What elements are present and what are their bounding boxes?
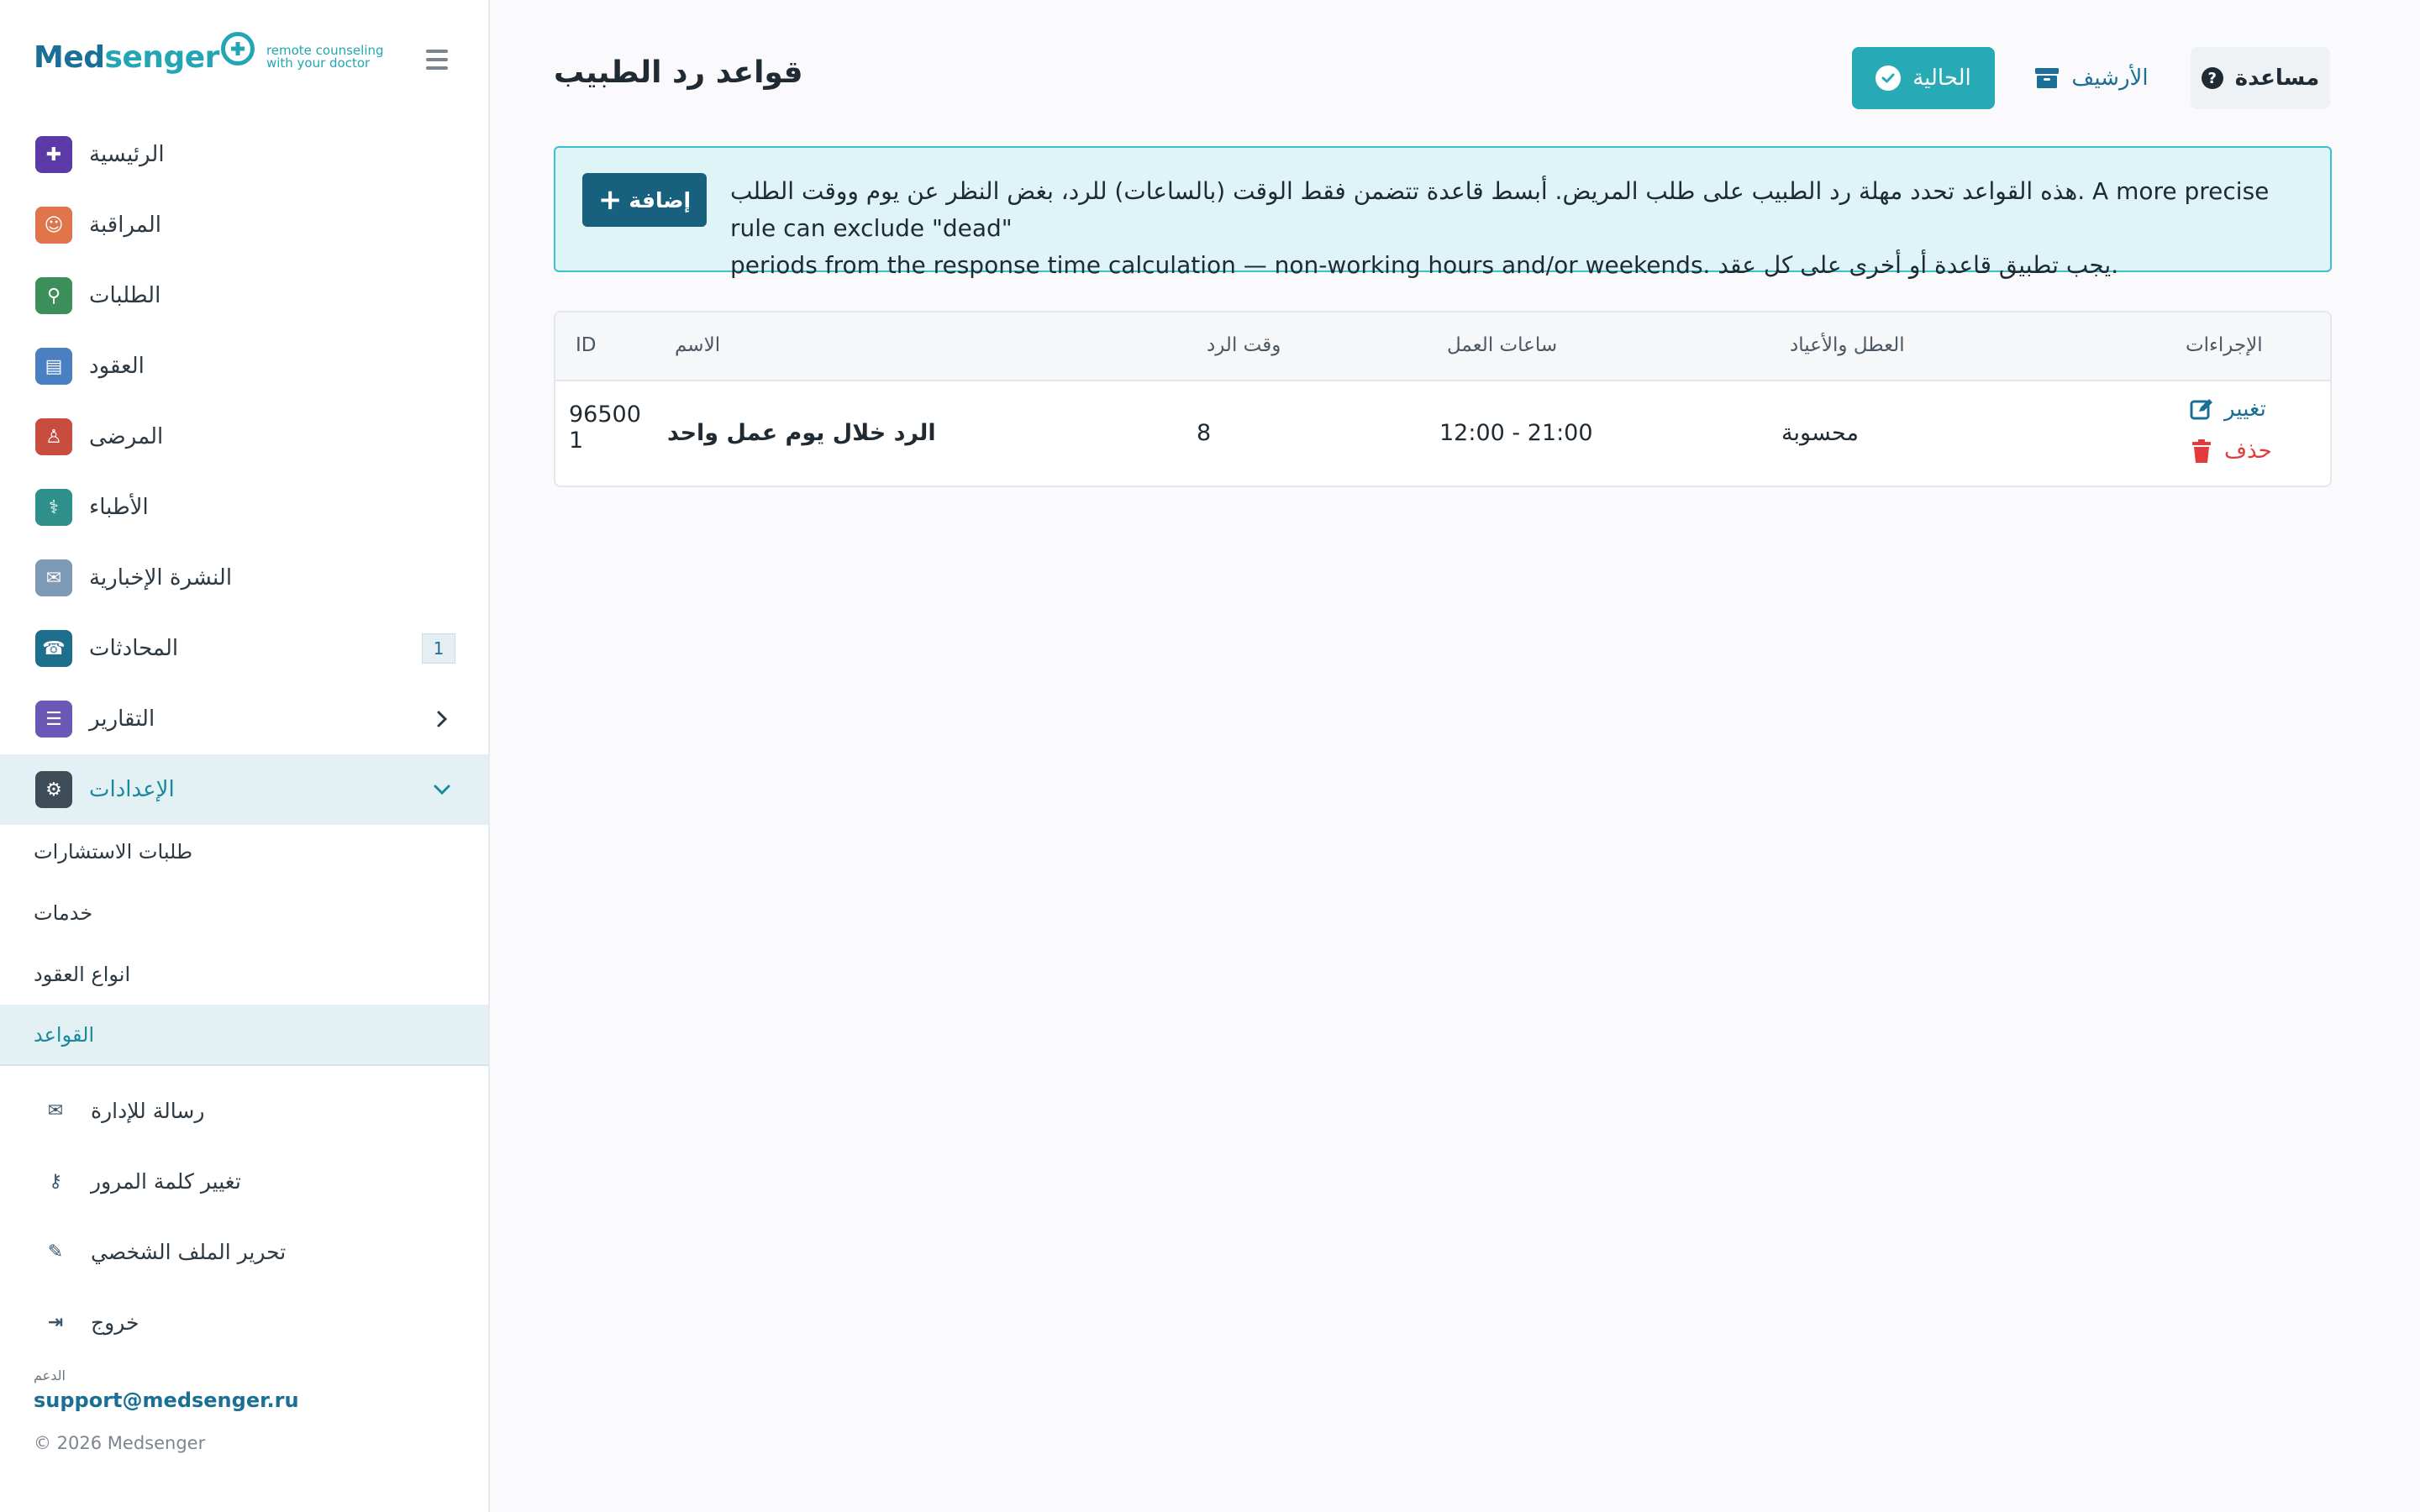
user-search-icon: ⚲: [35, 277, 72, 314]
physician-icon: ⚕: [35, 489, 72, 526]
question-circle-icon: ?: [2201, 67, 2223, 89]
sidebar-item-label: المحادثات: [89, 636, 179, 661]
current-tab-label: الحالية: [1912, 66, 1971, 91]
info-line-2: periods from the response time calculati…: [730, 251, 2119, 279]
submenu-item-rules[interactable]: القواعد: [0, 1005, 488, 1066]
trash-icon: [2192, 439, 2211, 463]
sidebar-item-label: الأطباء: [89, 495, 149, 520]
column-header-name: الاسم: [675, 334, 721, 356]
sidebar-nav: ✚ الرئيسية ☺ المراقبة ⚲ الطلبات ▤ العقود…: [0, 119, 488, 825]
copyright: © 2026 Medsenger: [34, 1433, 206, 1453]
column-header-id: ID: [576, 334, 597, 356]
logo-tagline: remote counseling with your doctor: [266, 43, 384, 71]
sidebar-item-message-admin[interactable]: ✉ رسالة للإدارة: [0, 1075, 488, 1146]
sidebar-item-settings[interactable]: ⚙ الإعدادات: [0, 754, 488, 825]
chevron-down-icon: [434, 785, 450, 795]
settings-submenu: طلبات الاستشارات خدمات انواع العقود القو…: [0, 821, 488, 1066]
doctor-icon: ☺: [35, 207, 72, 244]
unread-count-badge: 1: [422, 633, 455, 664]
mail-send-icon: ✉: [35, 559, 72, 596]
plus-icon: [220, 32, 255, 66]
archive-tab-button[interactable]: الأرشيف: [2015, 47, 2168, 109]
sidebar-item-label: الرئيسية: [89, 142, 165, 167]
account-nav: ✉ رسالة للإدارة ⚷ تغيير كلمة المرور ✎ تح…: [0, 1075, 488, 1357]
sidebar-item-logout[interactable]: ⇥ خروج: [0, 1287, 488, 1357]
sidebar: Medsenger remote counseling with your doc…: [0, 0, 490, 1512]
sidebar-item-label: المراقبة: [89, 213, 161, 238]
contract-icon: ▤: [35, 348, 72, 385]
sidebar-item-monitoring[interactable]: ☺ المراقبة: [0, 190, 488, 260]
sidebar-item-edit-profile[interactable]: ✎ تحرير الملف الشخصي: [0, 1216, 488, 1287]
table-header: ID الاسم وقت الرد ساعات العمل العطل والأ…: [555, 312, 2330, 381]
page-title: قواعد رد الطبيب: [554, 55, 803, 90]
sidebar-item-label: خروج: [91, 1310, 139, 1335]
column-header-holidays: العطل والأعياد: [1790, 334, 1905, 356]
sidebar-item-contracts[interactable]: ▤ العقود: [0, 331, 488, 402]
sidebar-item-label: تحرير الملف الشخصي: [91, 1239, 287, 1264]
logo-wordmark: Medsenger: [34, 39, 219, 75]
sidebar-item-requests[interactable]: ⚲ الطلبات: [0, 260, 488, 331]
sidebar-item-label: رسالة للإدارة: [91, 1098, 205, 1123]
sidebar-item-label: التقارير: [89, 706, 155, 732]
cell-working-hours: 12:00 - 21:00: [1439, 420, 1593, 446]
cell-id: 96500 1: [569, 402, 641, 454]
sidebar-item-label: العقود: [89, 354, 145, 379]
cell-response-time: 8: [1197, 420, 1212, 446]
user-edit-icon: ✎: [47, 1241, 64, 1263]
delete-label: حذف: [2224, 438, 2272, 464]
current-tab-button[interactable]: الحالية: [1852, 47, 1995, 109]
help-button[interactable]: ? مساعدة: [2191, 47, 2330, 109]
submenu-item-contract-types[interactable]: انواع العقود: [0, 943, 488, 1005]
hospital-icon: ✚: [35, 136, 72, 173]
main-content: قواعد رد الطبيب الحالية الأرشيف ? مساعدة…: [490, 0, 2420, 1512]
plus-icon: +: [597, 183, 623, 217]
envelope-icon: ✉: [47, 1100, 64, 1121]
check-circle-icon: [1876, 66, 1902, 91]
edit-label: تغيير: [2224, 396, 2266, 422]
info-alert: + إضافة هذه القواعد تحدد مهلة رد الطبيب …: [554, 146, 2332, 279]
add-rule-button[interactable]: + إضافة: [582, 173, 707, 227]
menu-toggle-icon[interactable]: [423, 47, 451, 72]
archive-box-icon: [2035, 68, 2060, 88]
support-email-link[interactable]: support@medsenger.ru: [34, 1389, 299, 1412]
rules-table: ID الاسم وقت الرد ساعات العمل العطل والأ…: [554, 311, 2332, 487]
logo[interactable]: Medsenger remote counseling with your doc…: [34, 32, 384, 82]
patient-icon: ♙: [35, 418, 72, 455]
phone-icon: ☎: [35, 630, 72, 667]
sidebar-item-label: الطلبات: [89, 283, 161, 308]
sidebar-item-label: النشرة الإخبارية: [89, 565, 233, 591]
column-header-actions: الإجراءات: [2186, 334, 2263, 356]
sidebar-item-change-password[interactable]: ⚷ تغيير كلمة المرور: [0, 1146, 488, 1216]
column-header-working-hours: ساعات العمل: [1447, 334, 1558, 356]
report-icon: ☰: [35, 701, 72, 738]
sidebar-item-patients[interactable]: ♙ المرضى: [0, 402, 488, 472]
cell-holidays: محسوبة: [1781, 420, 1859, 446]
archive-tab-label: الأرشيف: [2071, 66, 2149, 91]
chevron-right-icon: [437, 711, 448, 727]
sidebar-item-label: المرضى: [89, 424, 164, 449]
gear-icon: ⚙: [35, 771, 72, 808]
delete-rule-button[interactable]: حذف: [2189, 438, 2272, 464]
submenu-item-consultation-requests[interactable]: طلبات الاستشارات: [0, 821, 488, 882]
sidebar-item-doctors[interactable]: ⚕ الأطباء: [0, 472, 488, 543]
add-rule-label: إضافة: [629, 187, 692, 213]
edit-icon: [2190, 399, 2212, 420]
sidebar-item-label: الإعدادات: [89, 777, 175, 802]
info-line-1: هذه القواعد تحدد مهلة رد الطبيب على طلب …: [730, 177, 2270, 242]
help-label: مساعدة: [2234, 66, 2320, 91]
support-label: الدعم: [34, 1368, 66, 1383]
sidebar-item-label: تغيير كلمة المرور: [91, 1168, 241, 1194]
sidebar-item-reports[interactable]: ☰ التقارير: [0, 684, 488, 754]
sidebar-item-conversations[interactable]: ☎ المحادثات 1: [0, 613, 488, 684]
column-header-response-time: وقت الرد: [1207, 334, 1281, 356]
key-icon: ⚷: [48, 1170, 63, 1192]
door-exit-icon: ⇥: [47, 1311, 64, 1333]
support-block: الدعم support@medsenger.ru: [34, 1368, 299, 1412]
submenu-item-services[interactable]: خدمات: [0, 882, 488, 943]
sidebar-item-newsletter[interactable]: ✉ النشرة الإخبارية: [0, 543, 488, 613]
info-text: هذه القواعد تحدد مهلة رد الطبيب على طلب …: [730, 173, 2310, 284]
sidebar-item-home[interactable]: ✚ الرئيسية: [0, 119, 488, 190]
edit-rule-button[interactable]: تغيير: [2189, 396, 2266, 422]
cell-name: الرد خلال يوم عمل واحد: [667, 420, 936, 446]
